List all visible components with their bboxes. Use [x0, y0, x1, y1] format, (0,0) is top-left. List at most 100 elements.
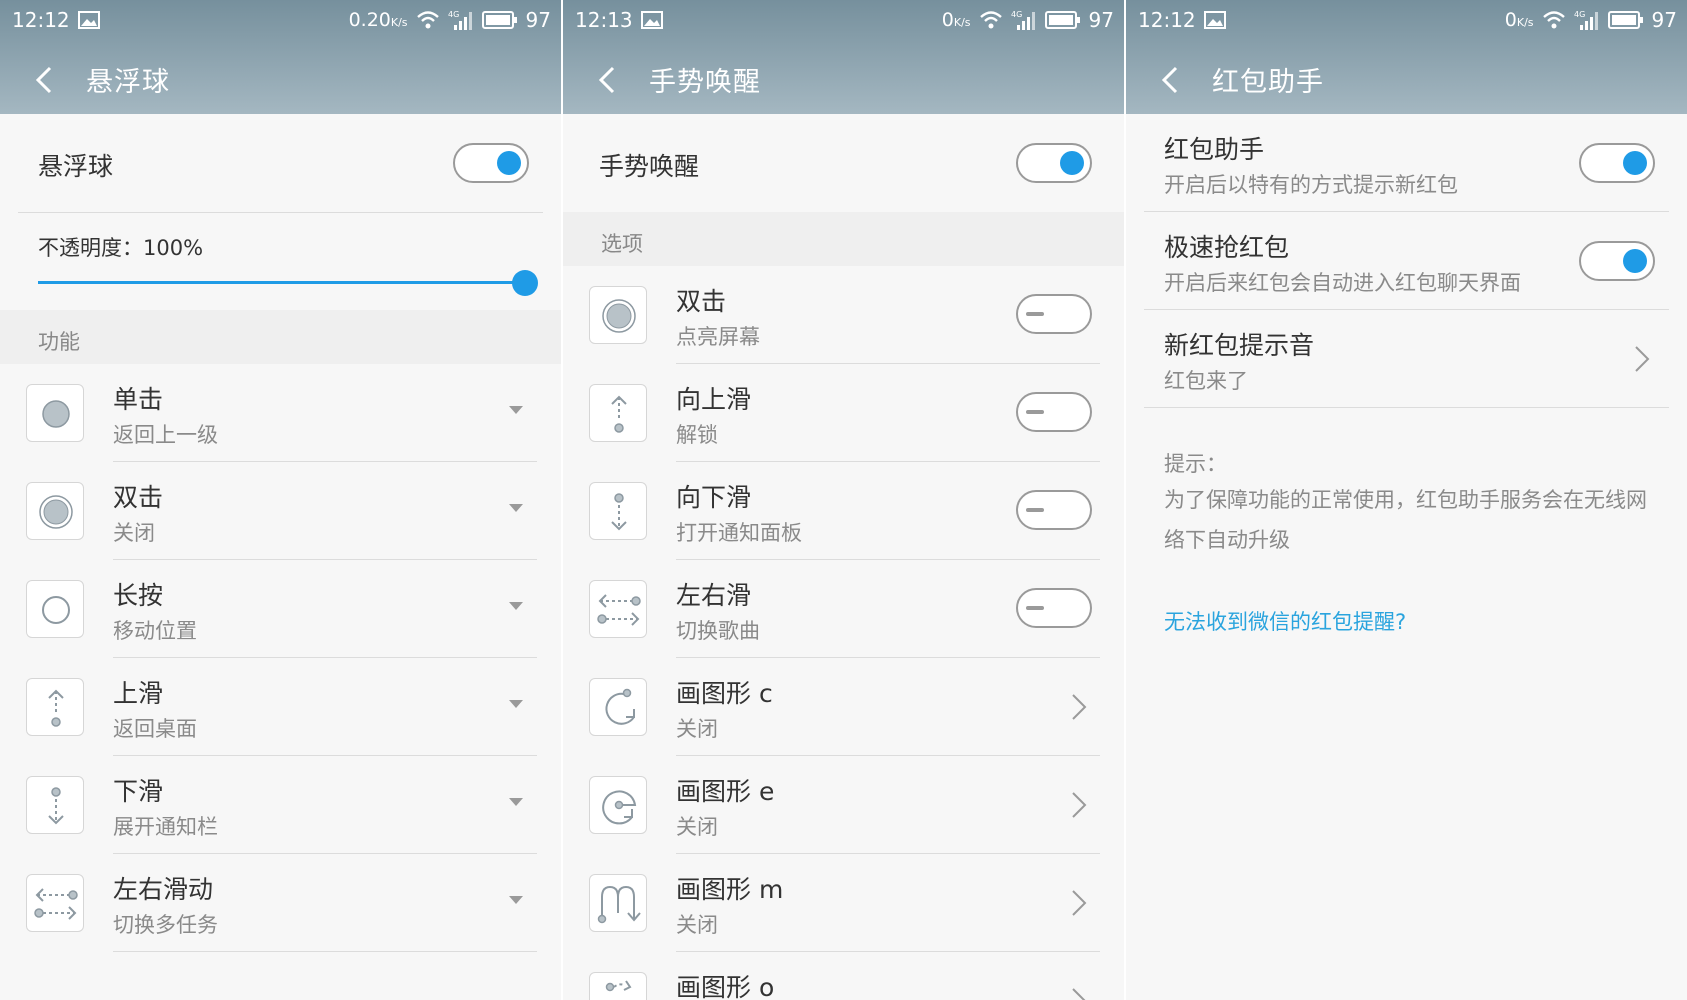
status-bar: 12:13 0K/s 4G 97: [563, 0, 1124, 40]
item-title: 下滑: [113, 777, 164, 806]
signal-4g-icon: 4G: [1011, 10, 1035, 30]
item-subtitle: 打开通知面板: [676, 521, 802, 545]
item-subtitle: 关闭: [676, 815, 718, 839]
battery-icon: [481, 11, 517, 29]
fast-grab-switch[interactable]: [1579, 241, 1655, 281]
title-bar: 悬浮球: [0, 52, 561, 108]
dropdown-caret-icon[interactable]: [509, 896, 523, 904]
chevron-right-icon[interactable]: [1070, 692, 1088, 722]
item-title: 画图形 o: [676, 973, 775, 1000]
gesture-wakeup-screen: 12:13 0K/s 4G 97 手势唤醒 手势唤醒 选项 双击 点亮屏幕 向上…: [563, 0, 1124, 1000]
help-link[interactable]: 无法收到微信的红包提醒?: [1164, 606, 1406, 636]
list-item-gesture-e[interactable]: 画图形 e 关闭: [563, 756, 1124, 854]
item-title: 画图形 m: [676, 875, 784, 904]
swipe-down-icon: [589, 482, 647, 540]
list-item-swipe-down[interactable]: 向下滑 打开通知面板: [563, 462, 1124, 560]
battery-icon: [1607, 11, 1643, 29]
red-packet-assistant-row[interactable]: 红包助手 开启后以特有的方式提示新红包: [1126, 114, 1687, 212]
status-right: 0.20K/s 4G 97: [349, 8, 551, 32]
settings-content: 红包助手 开启后以特有的方式提示新红包 极速抢红包 开启后来红包会自动进入红包聊…: [1126, 114, 1687, 1000]
image-notification-icon: [78, 11, 100, 29]
item-subtitle: 移动位置: [113, 619, 197, 643]
red-packet-assistant-switch[interactable]: [1579, 143, 1655, 183]
item-subtitle: 关闭: [113, 521, 155, 545]
page-title: 手势唤醒: [649, 67, 761, 98]
list-item-double-tap[interactable]: 双击 点亮屏幕: [563, 266, 1124, 364]
list-item-tap[interactable]: 单击 返回上一级: [0, 364, 561, 462]
status-right: 0K/s 4G 97: [1505, 8, 1677, 32]
list-item-double-tap[interactable]: 双击 关闭: [0, 462, 561, 560]
opacity-slider-knob[interactable]: [512, 270, 538, 296]
section-header: 功能: [0, 310, 561, 364]
dropdown-caret-icon[interactable]: [509, 700, 523, 708]
item-subtitle: 返回桌面: [113, 717, 197, 741]
item-title: 画图形 c: [676, 679, 773, 708]
list-item-swipe-left-right[interactable]: 左右滑 切换歌曲: [563, 560, 1124, 658]
item-title: 向下滑: [676, 483, 752, 512]
item-title: 单击: [113, 385, 164, 414]
list-item-swipe-up[interactable]: 向上滑 解锁: [563, 364, 1124, 462]
page-title: 红包助手: [1212, 67, 1324, 98]
swipe-left-right-switch[interactable]: [1016, 588, 1092, 628]
hint-text: 为了保障功能的正常使用，红包助手服务会在无线网络下自动升级: [1164, 488, 1647, 552]
floating-ball-toggle-row[interactable]: 悬浮球: [0, 114, 561, 212]
long-press-icon: [26, 580, 84, 638]
notification-sound-row[interactable]: 新红包提示音 红包来了: [1126, 310, 1687, 408]
item-subtitle: 解锁: [676, 423, 718, 447]
item-title: 双击: [676, 287, 727, 316]
network-speed: 0K/s: [1504, 9, 1534, 31]
dropdown-caret-icon[interactable]: [509, 602, 523, 610]
double-tap-switch[interactable]: [1016, 294, 1092, 334]
status-right: 0K/s 4G 97: [942, 8, 1114, 32]
app-bar: 12:12 0K/s 4G 97 红包助手: [1126, 0, 1687, 114]
swipe-down-icon: [26, 776, 84, 834]
tap-icon: [26, 384, 84, 442]
item-subtitle: 点亮屏幕: [676, 325, 760, 349]
list-item-swipe-up[interactable]: 上滑 返回桌面: [0, 658, 561, 756]
signal-4g-icon: 4G: [448, 10, 472, 30]
item-subtitle: 切换多任务: [113, 913, 218, 937]
dropdown-caret-icon[interactable]: [509, 406, 523, 414]
opacity-slider-track[interactable]: [38, 281, 526, 284]
swipe-down-switch[interactable]: [1016, 490, 1092, 530]
chevron-right-icon[interactable]: [1633, 344, 1651, 374]
dropdown-caret-icon[interactable]: [509, 798, 523, 806]
list-item-gesture-m[interactable]: 画图形 m 关闭: [563, 854, 1124, 952]
list-item-swipe-left-right[interactable]: 左右滑动 切换多任务: [0, 854, 561, 952]
hint-label: 提示：: [1164, 452, 1227, 476]
back-arrow-icon[interactable]: [28, 62, 64, 98]
floating-ball-switch[interactable]: [453, 143, 529, 183]
list-item-gesture-c[interactable]: 画图形 c 关闭: [563, 658, 1124, 756]
list-item-swipe-down[interactable]: 下滑 展开通知栏: [0, 756, 561, 854]
chevron-right-icon[interactable]: [1070, 888, 1088, 918]
chevron-right-icon[interactable]: [1070, 790, 1088, 820]
item-subtitle: 关闭: [676, 717, 718, 741]
back-arrow-icon[interactable]: [1154, 62, 1190, 98]
item-subtitle: 展开通知栏: [113, 815, 218, 839]
settings-content: 悬浮球 不透明度：100% 功能 单击 返回上一级 双击 关闭 长按 移动位置 …: [0, 114, 561, 1000]
double-tap-icon: [589, 286, 647, 344]
list-item-long-press[interactable]: 长按 移动位置: [0, 560, 561, 658]
chevron-right-icon[interactable]: [1070, 986, 1088, 1000]
section-header-label: 功能: [38, 330, 80, 354]
list-item-gesture-o[interactable]: 画图形 o: [563, 952, 1124, 1000]
item-title: 向上滑: [676, 385, 752, 414]
double-tap-icon: [26, 482, 84, 540]
item-title: 上滑: [113, 679, 164, 708]
dropdown-caret-icon[interactable]: [509, 504, 523, 512]
swipe-up-switch[interactable]: [1016, 392, 1092, 432]
item-subtitle: 红包来了: [1164, 369, 1248, 393]
item-subtitle: 开启后来红包会自动进入红包聊天界面: [1164, 271, 1521, 295]
status-bar: 12:12 0.20K/s 4G 97: [0, 0, 561, 40]
swipe-left-right-icon: [26, 874, 84, 932]
battery-level: 97: [1088, 8, 1114, 32]
item-title: 左右滑动: [113, 875, 214, 904]
gesture-wakeup-switch[interactable]: [1016, 143, 1092, 183]
title-bar: 手势唤醒: [563, 52, 1124, 108]
back-arrow-icon[interactable]: [591, 62, 627, 98]
gesture-wakeup-toggle-row[interactable]: 手势唤醒: [563, 114, 1124, 212]
gesture-o-icon: [589, 972, 647, 1000]
item-subtitle: 返回上一级: [113, 423, 218, 447]
fast-grab-row[interactable]: 极速抢红包 开启后来红包会自动进入红包聊天界面: [1126, 212, 1687, 310]
gesture-wakeup-label: 手势唤醒: [599, 152, 700, 181]
